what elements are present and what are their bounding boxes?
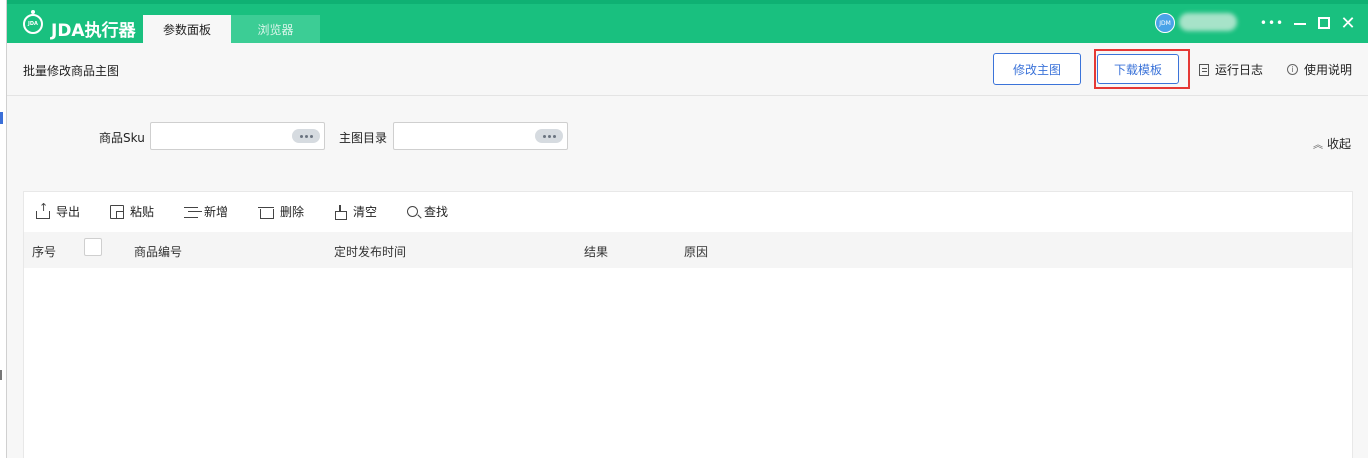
search-icon [407, 206, 418, 217]
more-options-icon[interactable] [535, 129, 563, 143]
username[interactable] [1179, 13, 1237, 31]
trash-icon [258, 206, 274, 219]
export-icon [36, 201, 50, 219]
find-label: 查找 [424, 205, 449, 219]
log-icon [1199, 63, 1209, 76]
title-bar-accent [7, 0, 1368, 4]
avatar[interactable]: JDM [1155, 13, 1175, 33]
delete-button[interactable]: 删除 [258, 203, 305, 220]
minimize-icon [1294, 23, 1306, 25]
column-header-reason: 原因 [684, 245, 709, 259]
export-button[interactable]: 导出 [36, 201, 81, 220]
column-header-result: 结果 [584, 245, 609, 259]
add-row-icon [184, 205, 198, 219]
logo-text: JDA [28, 21, 38, 27]
app-title: JDA执行器 [51, 21, 136, 41]
download-template-button[interactable]: 下载模板 [1097, 54, 1179, 84]
title-bar: JDA JDA执行器 参数面板 浏览器 JDM ••• ✕ [7, 0, 1368, 43]
tab-params[interactable]: 参数面板 [143, 15, 231, 43]
tab-browser[interactable]: 浏览器 [231, 15, 320, 43]
collapse-toggle[interactable]: ︽ 收起 [1313, 135, 1351, 152]
sku-label: 商品Sku [99, 131, 145, 145]
broom-icon [333, 204, 347, 220]
table-header: 序号 商品编号 定时发布时间 结果 原因 [24, 232, 1352, 268]
select-all-checkbox[interactable] [84, 238, 102, 256]
dot [309, 134, 313, 138]
page-title: 批量修改商品主图 [23, 64, 120, 78]
sku-input[interactable] [150, 122, 325, 150]
add-label: 新增 [204, 205, 229, 219]
run-log-label: 运行日志 [1215, 63, 1264, 77]
dot [299, 134, 303, 138]
data-table-panel: 导出 粘贴 新增 删除 清空 查找 序号 [23, 191, 1353, 458]
info-icon: i [1287, 64, 1298, 75]
find-button[interactable]: 查找 [407, 203, 448, 220]
clear-button[interactable]: 清空 [333, 203, 377, 220]
column-header-seq: 序号 [32, 245, 57, 259]
clear-label: 清空 [353, 205, 378, 219]
collapse-label: 收起 [1327, 137, 1352, 151]
paste-button[interactable]: 粘贴 [110, 203, 154, 220]
chevron-up-icon: ︽ [1313, 140, 1323, 151]
maximize-button[interactable] [1313, 12, 1335, 34]
more-icon[interactable]: ••• [1260, 12, 1283, 34]
add-button[interactable]: 新增 [184, 203, 228, 220]
app-window: JDA JDA执行器 参数面板 浏览器 JDM ••• ✕ 批量修改商品主图 修… [6, 0, 1368, 458]
table-toolbar: 导出 粘贴 新增 删除 清空 查找 [24, 192, 1352, 228]
export-label: 导出 [56, 205, 81, 219]
image-dir-input[interactable] [393, 122, 568, 150]
dot [542, 134, 546, 138]
column-header-publish-time: 定时发布时间 [334, 245, 407, 259]
close-icon[interactable]: ✕ [1337, 12, 1359, 34]
dot [547, 134, 551, 138]
paste-label: 粘贴 [130, 205, 155, 219]
maximize-icon [1318, 17, 1330, 29]
dot [304, 134, 308, 138]
help-label: 使用说明 [1304, 63, 1353, 77]
edge-marker [0, 112, 3, 124]
minimize-button[interactable] [1289, 12, 1311, 34]
image-dir-label: 主图目录 [339, 131, 388, 145]
logo-antenna [31, 10, 35, 14]
dot [552, 134, 556, 138]
delete-label: 删除 [280, 205, 305, 219]
run-log-link[interactable]: 运行日志 [1199, 61, 1263, 78]
modify-main-image-button[interactable]: 修改主图 [993, 53, 1081, 85]
more-options-icon[interactable] [292, 129, 320, 143]
app-logo-icon: JDA [23, 10, 43, 34]
paste-icon [110, 204, 124, 219]
help-link[interactable]: i 使用说明 [1287, 61, 1352, 78]
search-form: 商品Sku 主图目录 ︽ 收起 [7, 97, 1368, 179]
column-header-product-code: 商品编号 [134, 245, 183, 259]
edge-marker [0, 370, 4, 380]
page-header: 批量修改商品主图 修改主图 下载模板 运行日志 i 使用说明 [7, 43, 1368, 96]
